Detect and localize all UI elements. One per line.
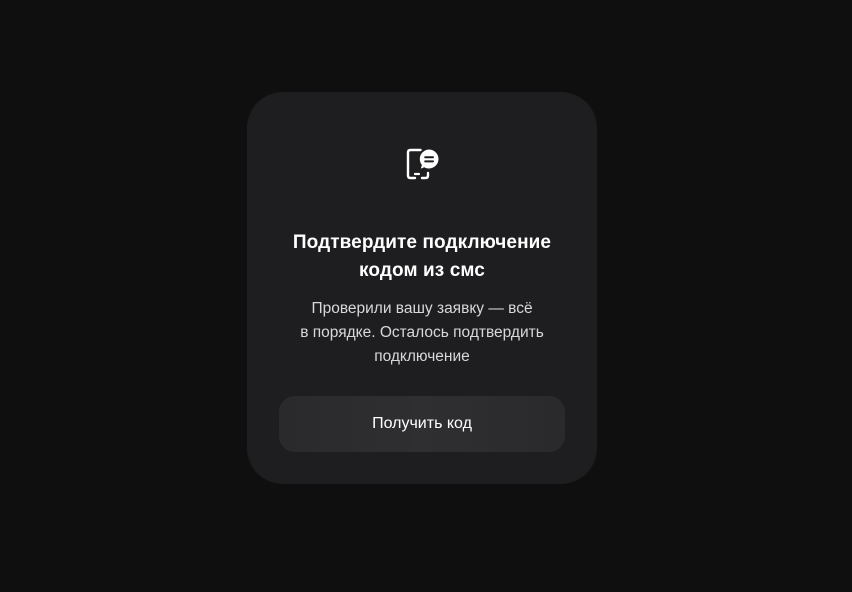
description-line-2: в порядке. Осталось подтвердить xyxy=(300,324,544,341)
page-title: Подтвердите подключение кодом из смс xyxy=(267,229,577,285)
description-text: Проверили вашу заявку — всё в порядке. О… xyxy=(267,297,577,369)
title-line-1: Подтвердите подключение xyxy=(292,232,552,253)
icon-container xyxy=(247,144,597,184)
phone-sms-icon xyxy=(406,148,439,180)
description-line-3: подключение xyxy=(374,348,470,365)
get-code-button[interactable]: Получить код xyxy=(279,396,565,452)
title-line-2: кодом из смс xyxy=(359,260,485,281)
sms-confirmation-card: Подтвердите подключение кодом из смс Про… xyxy=(247,92,597,484)
description-line-1: Проверили вашу заявку — всё xyxy=(311,300,533,317)
